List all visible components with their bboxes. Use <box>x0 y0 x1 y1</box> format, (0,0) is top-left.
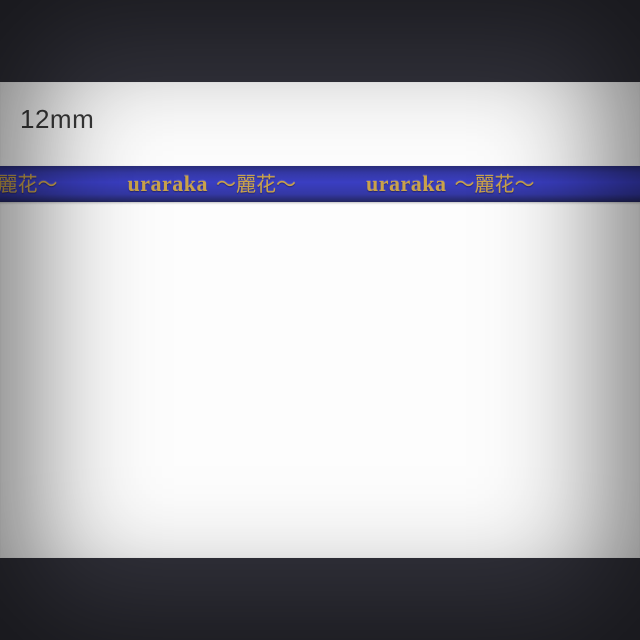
brand-kanji: ～麗花～ <box>216 167 296 203</box>
brand-kanji: ～麗花～ <box>0 167 58 203</box>
ribbon-width-label: 12mm <box>20 104 94 135</box>
ribbon-sample: uraraka ～麗花～ uraraka ～麗花～ uraraka ～麗花～ <box>0 166 640 202</box>
brand-kanji: ～麗花～ <box>455 167 535 203</box>
photo-frame: 12mm uraraka ～麗花～ uraraka ～麗花～ uraraka ～… <box>0 0 640 640</box>
ribbon-print-track: uraraka ～麗花～ uraraka ～麗花～ uraraka ～麗花～ <box>0 166 605 202</box>
ribbon-repeat: uraraka ～麗花～ <box>366 166 535 202</box>
brand-latin: uraraka <box>128 166 209 202</box>
ribbon-repeat: uraraka ～麗花～ <box>128 166 297 202</box>
brand-latin: uraraka <box>366 166 447 202</box>
ribbon-repeat: uraraka ～麗花～ <box>0 166 58 202</box>
product-card: 12mm uraraka ～麗花～ uraraka ～麗花～ uraraka ～… <box>0 82 640 558</box>
